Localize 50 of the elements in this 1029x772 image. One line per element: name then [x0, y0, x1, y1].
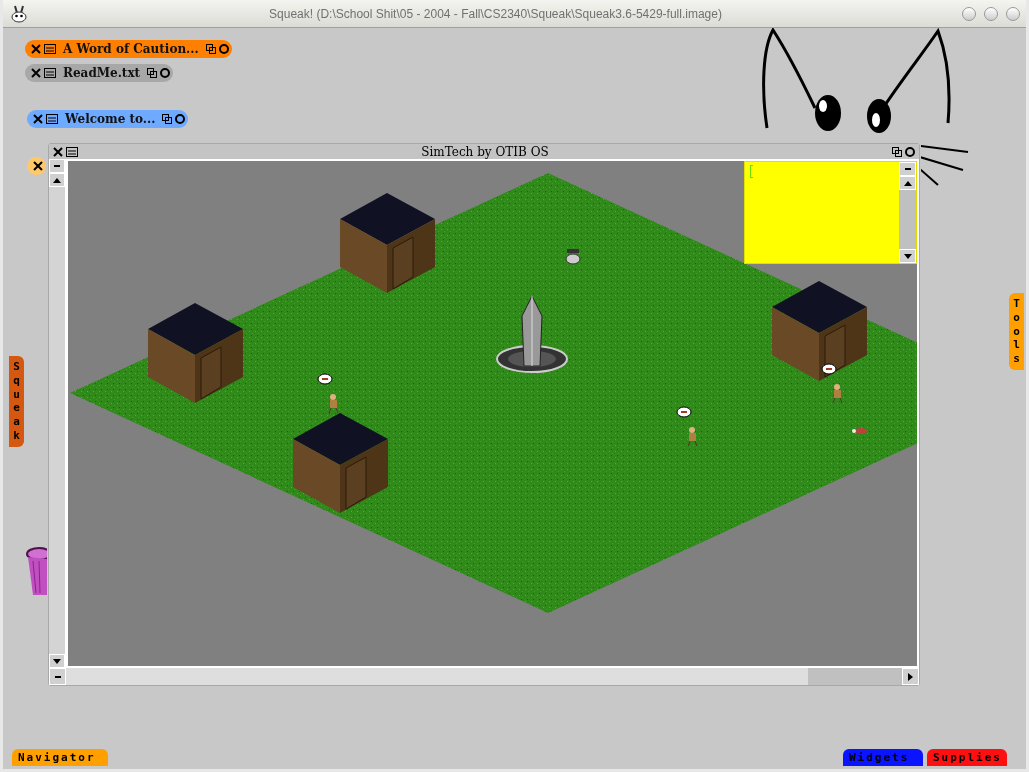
menu-circle-icon[interactable]	[160, 68, 171, 78]
flap-tab[interactable]: Supplies	[927, 749, 1007, 766]
collapse-icon[interactable]	[66, 146, 78, 157]
menu-circle-icon[interactable]	[905, 146, 915, 157]
vertical-scrollbar[interactable]	[899, 162, 916, 263]
collapsed-window[interactable]	[27, 157, 46, 175]
collapse-icon[interactable]	[46, 114, 58, 124]
up-arrow-icon[interactable]	[53, 177, 61, 183]
vertical-scrollbar[interactable]	[49, 159, 66, 668]
flap-tab[interactable]: Tools	[1009, 293, 1024, 370]
speech-bubble-icon	[317, 373, 333, 385]
close-icon[interactable]	[31, 44, 41, 54]
down-arrow-icon[interactable]	[53, 658, 61, 664]
close-icon[interactable]	[33, 161, 43, 171]
close-icon[interactable]	[33, 114, 43, 124]
close-icon[interactable]	[31, 68, 41, 78]
window-title: ReadMe.txt	[62, 66, 142, 80]
copy-icon[interactable]	[892, 146, 902, 157]
collapsed-window[interactable]: A Word of Caution...	[25, 40, 232, 58]
window-title: Welcome to...	[64, 112, 157, 126]
person-drawing	[687, 427, 698, 447]
minus-icon[interactable]	[904, 168, 911, 170]
window-title: Squeak! (D:\School Shit\05 - 2004 - Fall\CS2340\Squeak\Squeak3.6-5429-full.image)	[268, 6, 723, 21]
whiskers-drawing	[921, 143, 971, 188]
copy-icon[interactable]	[147, 68, 158, 78]
copy-icon[interactable]	[205, 44, 216, 54]
rabbit-icon	[9, 4, 29, 23]
collapsed-window[interactable]: ReadMe.txt	[25, 64, 174, 82]
speech-bubble-icon	[821, 363, 837, 375]
close-icon[interactable]	[53, 146, 63, 157]
down-arrow-icon[interactable]	[903, 253, 912, 259]
copy-icon[interactable]	[162, 114, 173, 124]
collapsed-window[interactable]: Welcome to...	[27, 110, 189, 128]
flap-tab[interactable]: Squeak	[9, 356, 24, 447]
up-arrow-icon[interactable]	[903, 180, 912, 186]
small-item-icon	[852, 428, 867, 434]
right-arrow-icon[interactable]	[908, 672, 913, 681]
collapse-icon[interactable]	[44, 44, 56, 54]
window-title: SimTech by OTIB OS	[420, 144, 550, 159]
text-cursor	[750, 165, 753, 178]
speech-bubble-icon	[676, 406, 692, 418]
person-drawing	[328, 394, 339, 414]
collapse-icon[interactable]	[44, 68, 56, 78]
window-title: A Word of Caution...	[62, 42, 200, 56]
menu-circle-icon[interactable]	[218, 44, 229, 54]
menu-circle-icon[interactable]	[175, 114, 186, 124]
minus-icon[interactable]	[54, 675, 61, 678]
kettle-icon	[565, 249, 581, 265]
person-drawing	[832, 384, 843, 404]
flap-tab[interactable]: Navigator	[12, 749, 108, 766]
